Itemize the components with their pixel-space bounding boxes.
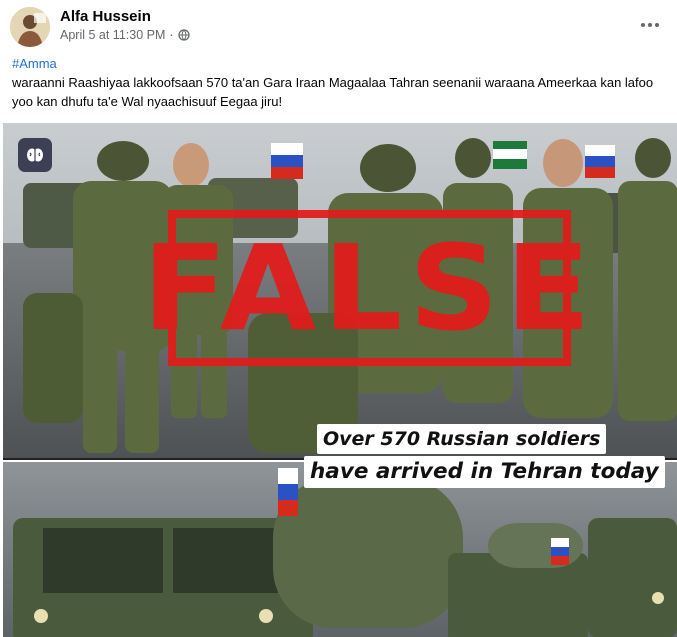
false-stamp-text: FALSE (142, 219, 597, 357)
facebook-post: Alfa Hussein April 5 at 11:30 PM · #Amma… (0, 0, 677, 637)
post-image[interactable]: FALSE Over 570 Russian soldiers have arr… (3, 123, 677, 637)
avatar[interactable] (10, 7, 50, 47)
image-caption-line2: have arrived in Tehran today (304, 456, 665, 488)
soldiers-photo (3, 123, 677, 637)
post-text: waraanni Raashiyaa lakkoofsaan 570 ta'an… (12, 75, 654, 109)
author-name[interactable]: Alfa Hussein (60, 8, 151, 25)
post-meta: April 5 at 11:30 PM · (60, 28, 190, 42)
more-options-icon[interactable] (636, 16, 664, 34)
brain-icon[interactable] (18, 138, 52, 172)
false-stamp: FALSE (142, 210, 591, 366)
post-timestamp[interactable]: April 5 at 11:30 PM (60, 28, 165, 42)
globe-icon[interactable] (177, 29, 190, 41)
meta-separator: · (169, 28, 174, 42)
hashtag-link[interactable]: #Amma (12, 56, 57, 71)
image-caption-line1: Over 570 Russian soldiers (317, 424, 607, 454)
